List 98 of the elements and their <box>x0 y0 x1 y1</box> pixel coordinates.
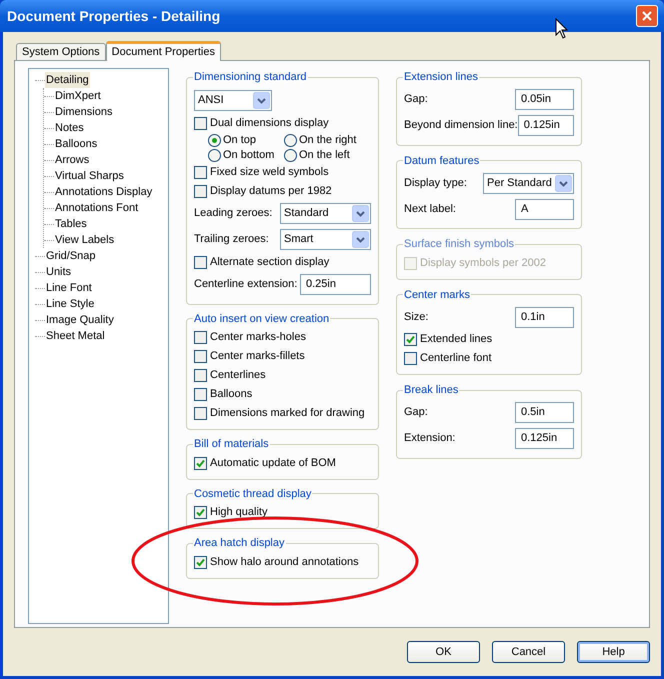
tree-item[interactable]: Units <box>45 264 72 280</box>
group-title: Center marks <box>403 288 472 302</box>
radio-label: On top <box>223 132 256 148</box>
group-title: Bill of materials <box>193 437 270 452</box>
input-field[interactable]: 0.125in <box>515 428 574 449</box>
tree-item[interactable]: Tables <box>54 216 88 232</box>
tree-item[interactable]: Grid/Snap <box>45 248 97 264</box>
tree-item[interactable]: Annotations Display <box>54 184 154 200</box>
close-button[interactable] <box>636 5 658 27</box>
tab[interactable]: Document Properties <box>106 41 221 61</box>
checkbox[interactable] <box>404 333 417 346</box>
chevron-down-icon <box>253 92 270 108</box>
dialog-button[interactable]: Help <box>577 641 650 663</box>
checkbox[interactable] <box>194 116 207 130</box>
checkbox-label: Center marks-fillets <box>210 349 305 364</box>
checkbox-label: Dimensions marked for drawing <box>210 406 365 422</box>
input-field[interactable]: 0.5in <box>515 402 574 423</box>
radio-button[interactable] <box>284 148 297 162</box>
checkbox[interactable] <box>404 352 417 365</box>
window-title: Document Properties - Detailing <box>7 6 222 26</box>
checkbox-label: Centerline font <box>420 351 492 366</box>
checkbox-label: Centerlines <box>210 368 266 384</box>
dialog-button[interactable]: OK <box>407 641 480 663</box>
radio-button[interactable] <box>208 134 221 146</box>
tree-item[interactable]: Annotations Font <box>54 200 140 216</box>
checkbox[interactable] <box>194 369 207 382</box>
input-field[interactable]: A <box>515 198 574 220</box>
chevron-down-icon <box>555 174 572 192</box>
checkbox[interactable] <box>194 456 207 470</box>
checkbox-label: Fixed size weld symbols <box>210 164 329 180</box>
dropdown[interactable]: Smart <box>280 229 371 250</box>
checkbox-label: Display symbols per 2002 <box>420 256 546 271</box>
tree-item[interactable]: Detailing <box>45 72 90 88</box>
checkbox[interactable] <box>194 506 207 519</box>
group-title: Surface finish symbols <box>403 237 516 252</box>
tab[interactable]: System Options <box>16 43 106 60</box>
radio-label: On bottom <box>223 148 274 163</box>
input-field[interactable]: 0.05in <box>515 89 574 110</box>
radio-label: On the right <box>299 132 356 148</box>
group-title: Area hatch display <box>193 536 286 551</box>
tree-item[interactable]: Virtual Sharps <box>54 168 125 184</box>
dialog-button[interactable]: Cancel <box>492 641 565 663</box>
checkbox[interactable] <box>194 388 207 401</box>
checkbox-label: Extended lines <box>420 332 492 348</box>
field-label: Next label: <box>404 202 456 217</box>
field-label: Gap: <box>404 405 428 420</box>
mouse-cursor-icon <box>555 18 568 39</box>
tree-item[interactable]: Dimensions <box>54 104 114 120</box>
checkbox-label: Show halo around annotations <box>210 554 359 570</box>
input-field[interactable]: 0.25in <box>300 274 371 295</box>
tree-item[interactable]: View Labels <box>54 232 116 248</box>
group-title: Auto insert on view creation <box>193 312 330 326</box>
close-icon <box>642 11 652 21</box>
tree-item[interactable]: DimXpert <box>54 88 102 104</box>
group-title: Extension lines <box>403 70 479 85</box>
checkbox[interactable] <box>194 184 207 198</box>
radio-button[interactable] <box>208 148 221 162</box>
field-label: Leading zeroes: <box>194 206 272 222</box>
input-field[interactable]: 0.125in <box>518 115 574 136</box>
tree-item[interactable]: Balloons <box>54 136 98 152</box>
dropdown[interactable]: ANSI <box>194 90 272 110</box>
checkbox-label: Dual dimensions display <box>210 116 329 131</box>
radio-button[interactable] <box>284 134 297 146</box>
tree-item[interactable]: Line Style <box>45 296 96 312</box>
group-title: Datum features <box>403 154 480 168</box>
checkbox-label: Display datums per 1982 <box>210 184 332 199</box>
chevron-down-icon <box>352 205 369 222</box>
group-title: Dimensioning standard <box>193 70 308 85</box>
radio-label: On the left <box>299 148 350 163</box>
dropdown[interactable]: Standard <box>280 203 371 224</box>
checkbox-label: Center marks-holes <box>210 330 306 346</box>
checkbox[interactable] <box>194 556 207 568</box>
field-label: Centerline extension: <box>194 277 298 292</box>
tree-item[interactable]: Line Font <box>45 280 93 296</box>
group-title: Cosmetic thread display <box>193 486 312 502</box>
checkbox[interactable] <box>194 166 207 178</box>
tree-item[interactable]: Arrows <box>54 152 90 168</box>
checkbox[interactable] <box>194 350 207 363</box>
field-label: Beyond dimension line: <box>404 118 518 134</box>
tree-item[interactable]: Notes <box>54 120 85 136</box>
checkbox-label: High quality <box>210 505 268 520</box>
checkbox[interactable] <box>194 407 207 420</box>
checkbox-label: Automatic update of BOM <box>210 456 336 471</box>
field-label: Trailing zeroes: <box>194 232 269 248</box>
checkbox-label: Alternate section display <box>210 254 330 270</box>
field-label: Extension: <box>404 431 456 446</box>
group-title: Break lines <box>403 383 460 398</box>
checkbox[interactable] <box>194 256 207 268</box>
tree-item[interactable]: Sheet Metal <box>45 328 106 344</box>
input-field[interactable]: 0.1in <box>515 306 574 328</box>
chevron-down-icon <box>352 231 369 248</box>
field-label: Display type: <box>404 176 467 191</box>
checkbox-label: Balloons <box>210 387 252 402</box>
field-label: Gap: <box>404 92 428 108</box>
field-label: Size: <box>404 310 428 325</box>
checkbox[interactable] <box>194 331 207 344</box>
tree-item[interactable]: Image Quality <box>45 312 115 328</box>
dropdown[interactable]: Per Standard <box>483 172 574 194</box>
